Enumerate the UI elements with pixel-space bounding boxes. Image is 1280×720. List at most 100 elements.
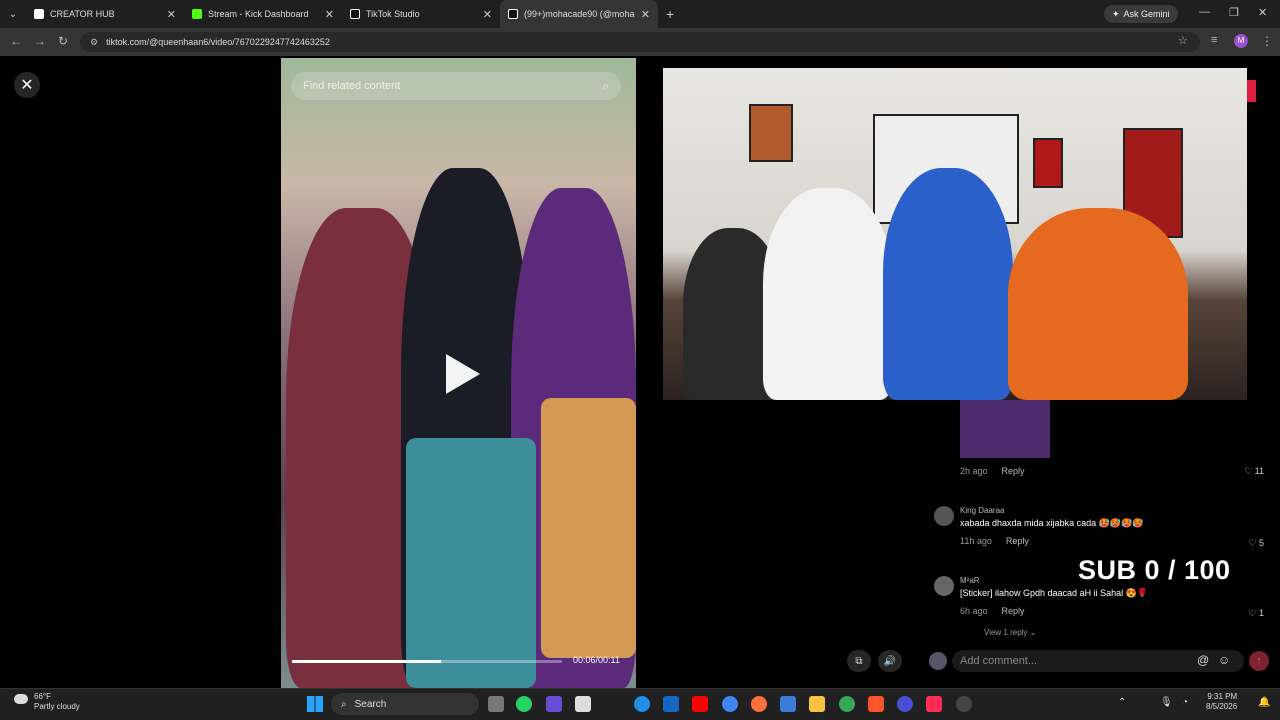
system-clock[interactable]: 9:31 PM 8/5/2026 xyxy=(1206,692,1237,712)
tiktok-video-player[interactable]: Find related content ⌕ 00:06/00:11 xyxy=(281,58,636,688)
wall-poster xyxy=(1033,138,1063,188)
chrome-icon[interactable] xyxy=(722,696,738,712)
comments-panel: 2h ago Reply ♡ 11 King Daaraa xabada dhax… xyxy=(918,400,1280,637)
start-icon[interactable] xyxy=(307,696,323,712)
chrome-icon[interactable] xyxy=(839,696,855,712)
gemini-label: Ask Gemini xyxy=(1123,9,1170,19)
close-tab-icon[interactable]: ✕ xyxy=(325,8,334,21)
heart-icon[interactable]: ♡ xyxy=(1248,538,1256,548)
comment-username[interactable]: M²aR xyxy=(960,576,980,585)
forward-icon[interactable]: → xyxy=(34,34,46,48)
tab-title: CREATOR HUB xyxy=(50,9,115,19)
wifi-icon[interactable]: ◔ xyxy=(1182,697,1188,708)
wall-poster xyxy=(749,104,793,162)
reply-button[interactable]: Reply xyxy=(1006,536,1029,546)
tab-kick-dashboard[interactable]: Stream - Kick Dashboard ✕ xyxy=(184,0,342,28)
close-tab-icon[interactable]: ✕ xyxy=(483,8,492,21)
new-tab-button[interactable]: + xyxy=(666,6,674,22)
comment-text: xabada dhaxda mida xijabka cada 🥵🥵🥵🥵 xyxy=(960,518,1144,528)
close-tab-icon[interactable]: ✕ xyxy=(167,8,176,21)
dashboard-icon xyxy=(34,9,44,19)
firefox-icon[interactable] xyxy=(751,696,767,712)
heart-icon[interactable]: ♡ xyxy=(1248,608,1256,618)
video-progress-bar[interactable] xyxy=(292,660,562,663)
search-icon: ⌕ xyxy=(602,78,609,93)
brave-icon[interactable] xyxy=(868,696,884,712)
obs-icon[interactable] xyxy=(897,696,913,712)
close-tab-icon[interactable]: ✕ xyxy=(641,8,650,21)
comment-thumbnail[interactable] xyxy=(960,400,1050,458)
view-replies-button[interactable]: View 1 reply ⌄ xyxy=(984,628,1036,637)
user-avatar[interactable] xyxy=(929,652,947,670)
find-related-search[interactable]: Find related content ⌕ xyxy=(291,72,621,100)
browser-tab-bar: ⌄ CREATOR HUB ✕ Stream - Kick Dashboard … xyxy=(0,0,1280,28)
tiktok-icon xyxy=(508,9,518,19)
comment-text: [Sticker] ilahow Gpdh daacad aH ii Sahal… xyxy=(960,588,1149,598)
whatsapp-icon[interactable] xyxy=(516,696,532,712)
microphone-icon[interactable]: 🎙 xyxy=(1160,697,1173,708)
tab-title: TikTok Studio xyxy=(366,9,420,19)
comment-username[interactable]: King Daaraa xyxy=(960,506,1004,515)
gemini-icon: ✦ xyxy=(1112,8,1120,19)
comment-time: 6h ago xyxy=(960,606,988,616)
pip-icon[interactable]: ⧉ xyxy=(847,650,871,672)
reading-list-icon[interactable]: ≡ xyxy=(1211,34,1217,46)
video-time: 00:06/00:11 xyxy=(573,655,620,665)
clock-date: 8/5/2026 xyxy=(1206,702,1238,711)
like-count: 5 xyxy=(1258,538,1264,548)
taskbar-search[interactable]: ⌕ Search xyxy=(331,693,479,715)
profile-avatar[interactable]: M xyxy=(1234,34,1248,48)
video-figure xyxy=(541,398,636,658)
taskbar-search-label: Search xyxy=(354,698,387,710)
weather-widget[interactable]: 66°F Partly cloudy xyxy=(14,692,80,712)
mention-icon[interactable]: @ xyxy=(1197,653,1209,667)
video-figure xyxy=(406,438,536,688)
omnibox[interactable]: ⚙ tiktok.com/@queenhaan6/video/767022924… xyxy=(80,32,1200,52)
youtube-icon[interactable] xyxy=(692,696,708,712)
bookmark-star-icon[interactable]: ☆ xyxy=(1178,34,1188,47)
avatar[interactable] xyxy=(934,506,954,526)
close-viewer-button[interactable]: ✕ xyxy=(14,72,40,98)
tab-title: Stream - Kick Dashboard xyxy=(208,9,309,19)
close-window-button[interactable]: ✕ xyxy=(1258,6,1267,19)
volume-icon[interactable]: 🔊 xyxy=(878,650,902,672)
heart-icon[interactable]: ♡ xyxy=(1244,466,1252,476)
edge-icon[interactable] xyxy=(634,696,650,712)
cloud-icon xyxy=(14,694,28,704)
back-icon[interactable]: ← xyxy=(10,34,22,48)
webcam-person xyxy=(763,188,893,400)
webcam-person xyxy=(883,168,1013,400)
menu-icon[interactable]: ⋮ xyxy=(1261,34,1273,48)
folder-icon[interactable] xyxy=(809,696,825,712)
reply-button[interactable]: Reply xyxy=(1002,606,1025,616)
notification-icon[interactable]: 🔔 xyxy=(1258,697,1270,708)
task-view-icon[interactable] xyxy=(488,696,504,712)
tab-list-button[interactable]: ⌄ xyxy=(0,9,26,20)
settings-icon[interactable] xyxy=(956,696,972,712)
app-icon[interactable] xyxy=(546,696,562,712)
store-icon[interactable] xyxy=(575,696,591,712)
weather-text: Partly cloudy xyxy=(34,702,80,711)
minimize-button[interactable]: — xyxy=(1199,6,1210,18)
like-count: 11 xyxy=(1254,466,1264,476)
tiktok-icon[interactable] xyxy=(926,696,942,712)
search-placeholder: Find related content xyxy=(303,80,401,92)
send-comment-button[interactable]: ↑ xyxy=(1249,651,1269,671)
reply-button[interactable]: Reply xyxy=(1002,466,1025,476)
tab-creator-hub[interactable]: CREATOR HUB ✕ xyxy=(26,0,184,28)
sub-goal-overlay: SUB 0 / 100 xyxy=(1078,555,1231,585)
app-icon[interactable] xyxy=(780,696,796,712)
chevron-up-icon[interactable]: ⌃ xyxy=(1118,697,1126,708)
site-info-icon[interactable]: ⚙ xyxy=(90,37,98,48)
emoji-icon[interactable]: ☺ xyxy=(1218,653,1230,667)
reload-icon[interactable]: ↻ xyxy=(58,34,68,48)
webcam-person xyxy=(1008,208,1188,400)
ask-gemini-button[interactable]: ✦ Ask Gemini xyxy=(1104,5,1178,23)
tab-tiktok-profile[interactable]: (99+)mohacade90 (@mohadip ✕ xyxy=(500,0,658,28)
weather-temp: 66°F xyxy=(34,692,51,701)
maximize-button[interactable]: ❐ xyxy=(1229,6,1239,19)
tab-tiktok-studio[interactable]: TikTok Studio ✕ xyxy=(342,0,500,28)
outlook-icon[interactable] xyxy=(663,696,679,712)
play-icon[interactable] xyxy=(446,354,480,394)
avatar[interactable] xyxy=(934,576,954,596)
